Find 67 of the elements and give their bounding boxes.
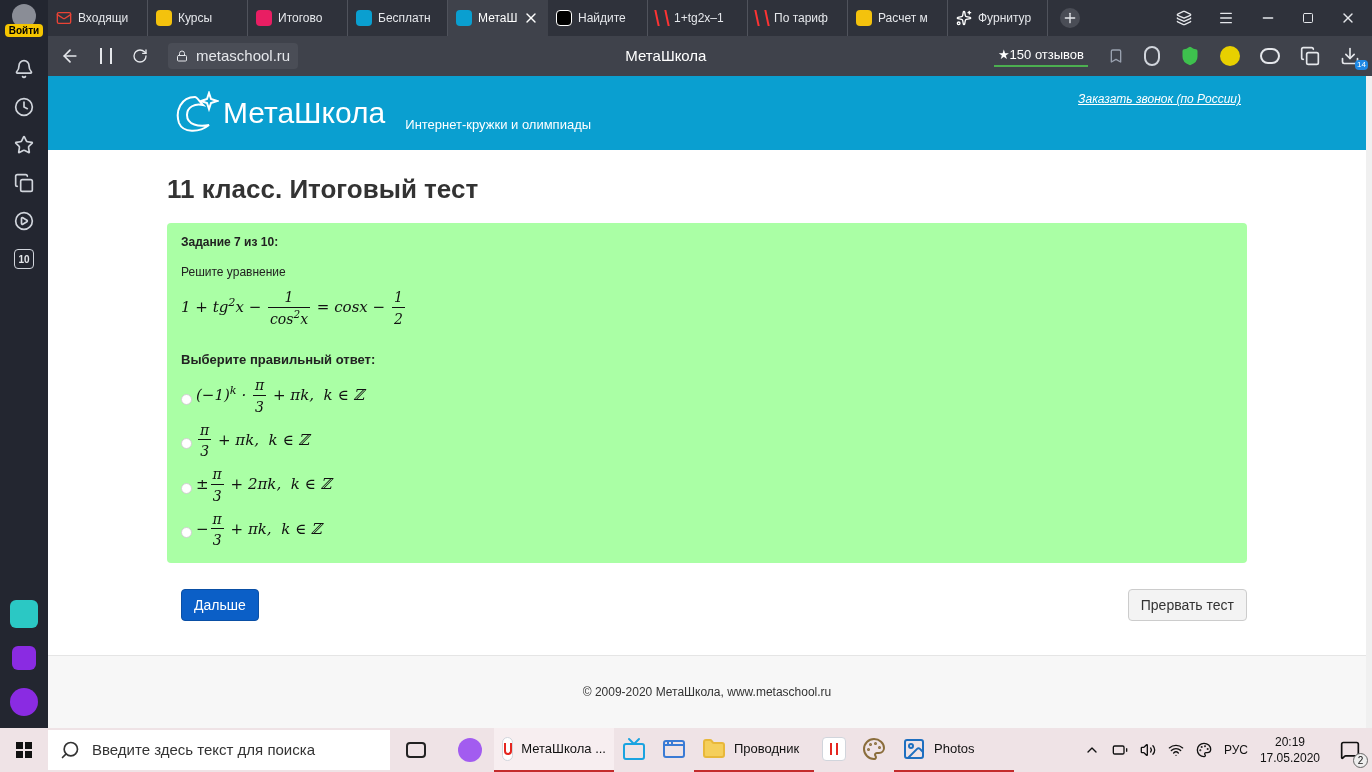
- radio-button[interactable]: [181, 438, 192, 450]
- notification-icon[interactable]: [1340, 740, 1360, 760]
- taskbar-search-field[interactable]: Введите здесь текст для поиска: [48, 730, 390, 770]
- collections-icon[interactable]: [1176, 10, 1192, 26]
- bookmark-icon[interactable]: [1108, 48, 1124, 64]
- history-icon[interactable]: [14, 97, 34, 117]
- task-prompt: Решите уравнение: [181, 264, 286, 281]
- extension-icon[interactable]: [1220, 46, 1240, 66]
- volume-icon[interactable]: [1139, 742, 1156, 758]
- taskbar-app[interactable]: МетаШкола ...: [494, 728, 614, 772]
- play-icon[interactable]: [14, 211, 34, 231]
- task-counter: Задание 7 из 10:: [181, 234, 279, 251]
- notification-badge: 2: [1353, 753, 1368, 768]
- lock-icon: [176, 50, 188, 62]
- copyright-text: © 2009-2020 МетаШкола, www.metaschool.ru: [582, 684, 832, 701]
- radio-button[interactable]: [181, 393, 192, 405]
- windows-icon[interactable]: [16, 742, 32, 758]
- bookmarks-icon[interactable]: [14, 135, 34, 155]
- radio-button[interactable]: [181, 482, 192, 494]
- app-icon: [256, 10, 272, 26]
- palette-icon: [862, 737, 886, 761]
- wifi-icon[interactable]: [1167, 742, 1184, 758]
- page-title: МетаШкола: [624, 45, 708, 66]
- app-icon: [556, 10, 572, 26]
- send-app-icon[interactable]: [10, 600, 38, 628]
- app-icon: [456, 10, 472, 26]
- counter-icon[interactable]: 10: [14, 249, 34, 269]
- notifications-icon[interactable]: [14, 59, 34, 79]
- menu-icon[interactable]: [1218, 10, 1234, 26]
- battery-icon[interactable]: [1111, 742, 1128, 758]
- sparkle-icon: [956, 10, 972, 26]
- page-heading: 11 класс. Итоговый тест: [167, 173, 480, 206]
- shield-icon[interactable]: [1180, 46, 1200, 66]
- abort-button[interactable]: Прервать тест: [1127, 589, 1247, 621]
- app-icon: [856, 10, 872, 26]
- folder-icon: [702, 737, 726, 761]
- browser-tab[interactable]: МетаШ: [448, 0, 548, 36]
- clock[interactable]: 20:19 17.05.2020: [1259, 734, 1320, 766]
- taskbar-app[interactable]: Photos: [894, 728, 1014, 772]
- download-badge: 14: [1355, 60, 1368, 70]
- window-icon: [662, 737, 686, 761]
- site-tagline: Интернет-кружки и олимпиады: [405, 116, 592, 135]
- taskbar-app[interactable]: Проводник: [694, 728, 814, 772]
- app-icon[interactable]: [12, 646, 36, 670]
- assistant-icon[interactable]: [458, 738, 482, 762]
- language-indicator[interactable]: РУС: [1223, 741, 1248, 759]
- notes-icon[interactable]: [14, 173, 34, 193]
- search-icon: [60, 740, 80, 760]
- mail-icon: [56, 10, 72, 26]
- new-tab-icon[interactable]: [1060, 8, 1080, 28]
- reload-icon[interactable]: [132, 48, 148, 64]
- login-badge[interactable]: Войти: [4, 24, 44, 37]
- reviews-link[interactable]: ★150 отзывов: [993, 45, 1088, 67]
- assistant-icon[interactable]: [10, 688, 38, 716]
- app-icon: [156, 10, 172, 26]
- restore-icon[interactable]: [1302, 12, 1314, 24]
- extension-icon[interactable]: [1260, 48, 1280, 64]
- extension-icon[interactable]: [1300, 46, 1320, 66]
- browser-icon: [502, 737, 514, 761]
- app-icon: [356, 10, 372, 26]
- task-view-icon[interactable]: [406, 742, 426, 758]
- next-button[interactable]: Дальше: [181, 589, 259, 621]
- answer-prompt: Выберите правильный ответ:: [181, 350, 376, 369]
- photo-icon: [902, 737, 926, 761]
- url-field[interactable]: metaschool.ru: [168, 43, 299, 69]
- radio-button[interactable]: [181, 527, 192, 539]
- tv-icon: [622, 737, 646, 761]
